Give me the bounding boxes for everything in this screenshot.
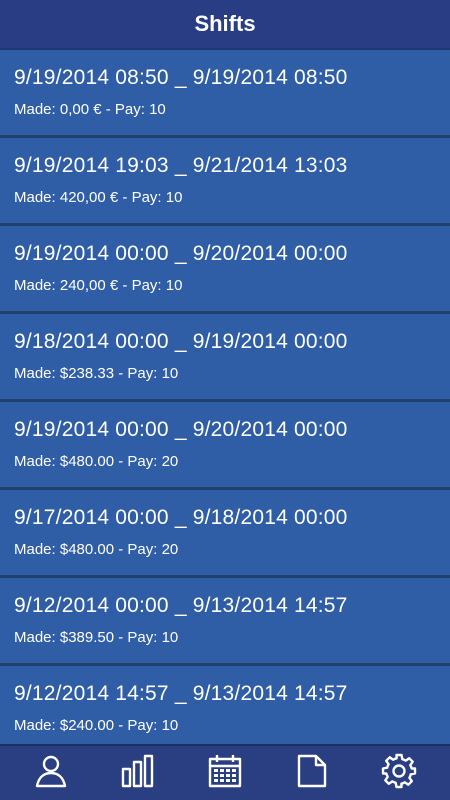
shift-item[interactable]: 9/17/2014 00:00 _ 9/18/2014 00:00 Made: … <box>0 490 450 578</box>
gear-icon <box>381 753 417 794</box>
shift-item[interactable]: 9/19/2014 08:50 _ 9/19/2014 08:50 Made: … <box>0 50 450 138</box>
bar-chart-icon <box>120 753 156 794</box>
shift-range: 9/19/2014 00:00 _ 9/20/2014 00:00 <box>14 418 348 441</box>
shift-earnings: Made: $480.00 - Pay: 20 <box>14 453 179 470</box>
shift-earnings: Made: $238.33 - Pay: 10 <box>14 365 179 382</box>
shift-item[interactable]: 9/12/2014 14:57 _ 9/13/2014 14:57 Made: … <box>0 666 450 744</box>
shift-range: 9/18/2014 00:00 _ 9/19/2014 00:00 <box>14 330 348 353</box>
tab-profile[interactable] <box>26 748 76 798</box>
shift-range: 9/17/2014 00:00 _ 9/18/2014 00:00 <box>14 506 348 529</box>
tab-calendar[interactable] <box>200 748 250 798</box>
shift-earnings: Made: $480.00 - Pay: 20 <box>14 541 179 558</box>
document-icon <box>294 753 330 794</box>
shift-earnings: Made: 240,00 € - Pay: 10 <box>14 277 183 294</box>
shift-item[interactable]: 9/19/2014 19:03 _ 9/21/2014 13:03 Made: … <box>0 138 450 226</box>
shift-item[interactable]: 9/12/2014 00:00 _ 9/13/2014 14:57 Made: … <box>0 578 450 666</box>
shift-range: 9/19/2014 00:00 _ 9/20/2014 00:00 <box>14 242 348 265</box>
shift-earnings: Made: 420,00 € - Pay: 10 <box>14 189 183 206</box>
app-root: Shifts 9/19/2014 08:50 _ 9/19/2014 08:50… <box>0 0 450 800</box>
bottom-tab-bar <box>0 744 450 800</box>
shift-item[interactable]: 9/19/2014 00:00 _ 9/20/2014 00:00 Made: … <box>0 402 450 490</box>
shift-earnings: Made: $240.00 - Pay: 10 <box>14 717 179 734</box>
shift-range: 9/19/2014 08:50 _ 9/19/2014 08:50 <box>14 66 348 89</box>
tab-reports[interactable] <box>287 748 337 798</box>
tab-settings[interactable] <box>374 748 424 798</box>
shift-range: 9/19/2014 19:03 _ 9/21/2014 13:03 <box>14 154 348 177</box>
shift-item[interactable]: 9/18/2014 00:00 _ 9/19/2014 00:00 Made: … <box>0 314 450 402</box>
page-title: Shifts <box>194 11 256 36</box>
shift-earnings: Made: $389.50 - Pay: 10 <box>14 629 179 646</box>
shift-range: 9/12/2014 14:57 _ 9/13/2014 14:57 <box>14 682 348 705</box>
shift-item[interactable]: 9/19/2014 00:00 _ 9/20/2014 00:00 Made: … <box>0 226 450 314</box>
shift-range: 9/12/2014 00:00 _ 9/13/2014 14:57 <box>14 594 348 617</box>
calendar-icon <box>207 753 243 794</box>
shift-earnings: Made: 0,00 € - Pay: 10 <box>14 101 166 118</box>
person-icon <box>33 753 69 794</box>
page-header: Shifts <box>0 0 450 50</box>
tab-stats[interactable] <box>113 748 163 798</box>
shift-list[interactable]: 9/19/2014 08:50 _ 9/19/2014 08:50 Made: … <box>0 50 450 744</box>
